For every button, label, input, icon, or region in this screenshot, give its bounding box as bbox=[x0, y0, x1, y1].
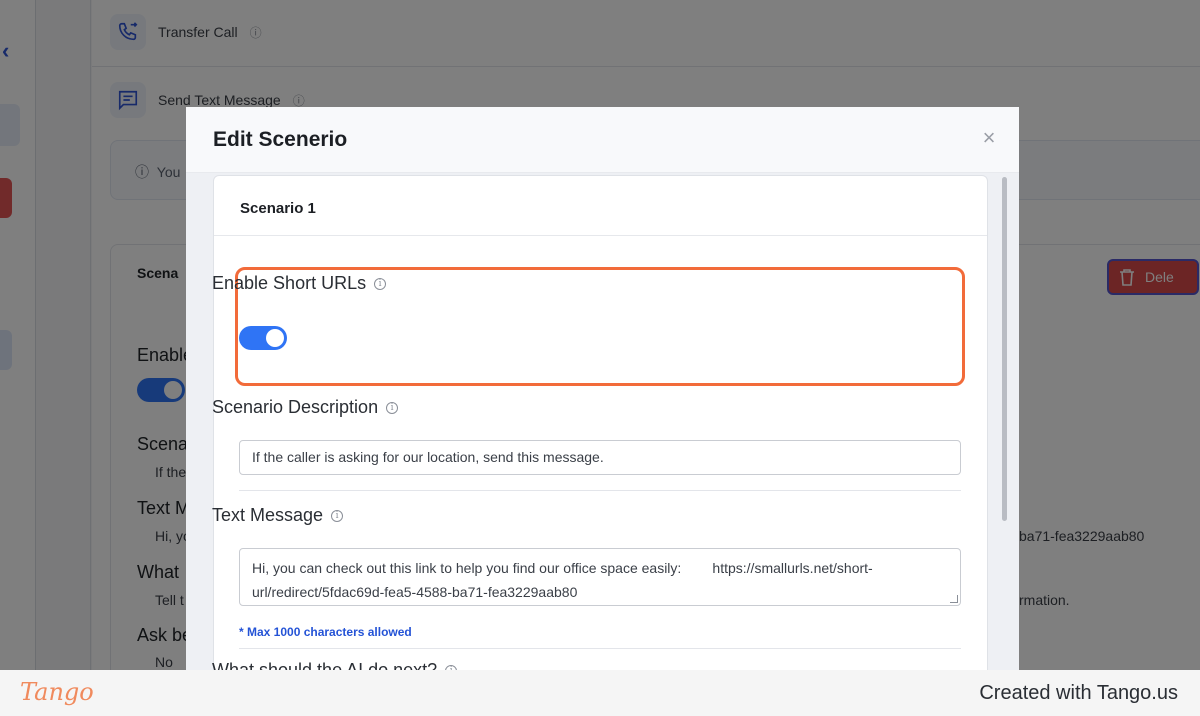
info-icon[interactable]: i bbox=[374, 277, 387, 290]
text-message-label: Text Message bbox=[212, 505, 324, 525]
info-icon[interactable]: i bbox=[386, 401, 399, 414]
close-icon[interactable]: × bbox=[978, 127, 1000, 149]
edit-scenario-modal: Edit Scenerio × Scenario 1 Enable Short … bbox=[186, 107, 1019, 670]
char-limit-note: * Max 1000 characters allowed bbox=[239, 625, 412, 639]
short-urls-toggle[interactable] bbox=[239, 326, 287, 350]
tango-footer: Tango Created with Tango.us bbox=[0, 670, 1200, 716]
divider bbox=[239, 490, 961, 491]
modal-title: Edit Scenerio bbox=[213, 128, 348, 151]
tango-logo: Tango bbox=[20, 678, 94, 706]
text-message-field: Text Message i bbox=[212, 505, 344, 526]
text-message-value: Hi, you can check out this link to help … bbox=[252, 560, 873, 600]
divider bbox=[239, 648, 961, 649]
scenario-header: Scenario 1 bbox=[214, 176, 987, 236]
scenario-description-input[interactable]: If the caller is asking for our location… bbox=[239, 440, 961, 475]
scrollbar-thumb[interactable] bbox=[1002, 177, 1007, 521]
next-action-label: What should the AI do next? bbox=[212, 660, 438, 670]
resize-handle[interactable] bbox=[950, 595, 958, 603]
next-action-field: What should the AI do next? i bbox=[212, 660, 458, 670]
footer-credit: Created with Tango.us bbox=[979, 682, 1178, 704]
text-message-textarea[interactable]: Hi, you can check out this link to help … bbox=[239, 548, 961, 606]
toggle-knob bbox=[266, 329, 284, 347]
scenario-title: Scenario 1 bbox=[240, 200, 316, 217]
info-icon[interactable]: i bbox=[331, 509, 344, 522]
description-field: Scenario Description i bbox=[212, 397, 399, 418]
modal-header: Edit Scenerio × bbox=[186, 107, 1019, 173]
short-urls-label: Enable Short URLs bbox=[212, 273, 367, 293]
short-urls-field: Enable Short URLs i bbox=[212, 273, 387, 294]
modal-scrollbar[interactable] bbox=[988, 173, 1019, 670]
scenario-description-label: Scenario Description bbox=[212, 397, 379, 417]
